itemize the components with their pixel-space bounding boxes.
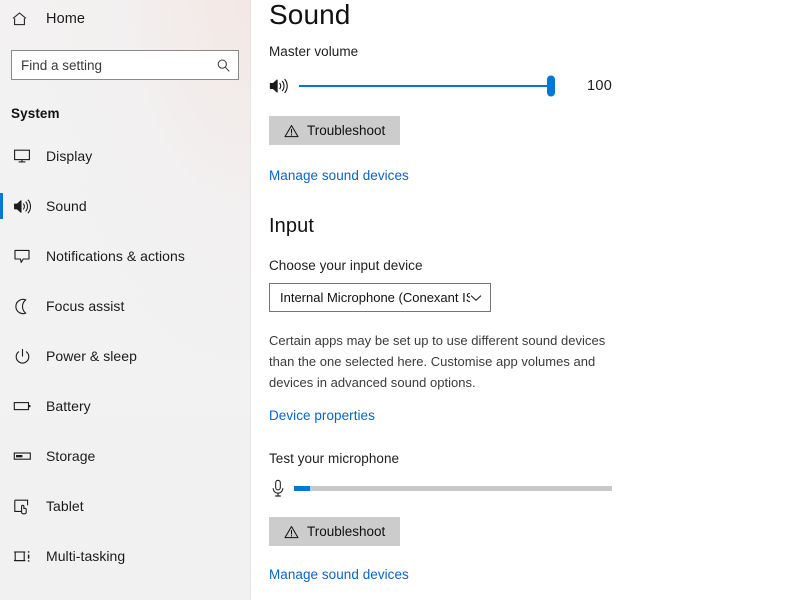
search-input[interactable] [21, 51, 216, 79]
main-content: Sound Master volume 100 Troubleshoot Man… [251, 0, 800, 600]
sidebar-item-display[interactable]: Display [0, 131, 251, 181]
speaker-icon[interactable] [269, 76, 290, 96]
sidebar-item-sound[interactable]: Sound [0, 181, 251, 231]
settings-window: Home System Display [0, 0, 800, 600]
device-properties-link[interactable]: Device properties [269, 408, 375, 423]
sidebar-item-label: Sound [46, 198, 87, 214]
sidebar-category-label: System [11, 106, 60, 121]
master-volume-slider[interactable] [299, 75, 555, 97]
input-troubleshoot-label: Troubleshoot [307, 524, 386, 539]
input-manage-devices-wrap: Manage sound devices [269, 566, 800, 584]
device-properties-wrap: Device properties [269, 407, 800, 425]
input-troubleshoot-wrap: Troubleshoot [269, 517, 800, 546]
chevron-down-icon [470, 292, 482, 304]
output-troubleshoot-button[interactable]: Troubleshoot [269, 116, 401, 145]
sidebar-item-label: Power & sleep [46, 348, 137, 364]
choose-input-device-label: Choose your input device [269, 258, 423, 273]
input-device-dropdown[interactable]: Internal Microphone (Conexant ISST... [269, 283, 491, 312]
multitasking-icon [11, 545, 33, 567]
master-volume-row: 100 [269, 73, 800, 99]
notification-icon [11, 245, 33, 267]
test-microphone-label: Test your microphone [269, 451, 400, 466]
tablet-icon [11, 495, 33, 517]
sidebar-item-label: Focus assist [46, 298, 125, 314]
sidebar-item-notifications-actions[interactable]: Notifications & actions [0, 231, 251, 281]
speaker-icon [11, 195, 33, 217]
warning-triangle-icon [284, 525, 299, 539]
master-volume-label: Master volume [269, 44, 359, 59]
output-manage-devices-wrap: Manage sound devices [269, 167, 800, 185]
sidebar-item-label: Tablet [46, 498, 84, 514]
input-section-heading: Input [269, 215, 314, 237]
home-icon [11, 11, 33, 27]
slider-thumb[interactable] [547, 75, 555, 97]
sidebar-nav-list: Display Sound Notifications & actions Fo… [0, 131, 251, 581]
sidebar-item-label: Notifications & actions [46, 248, 185, 264]
sidebar-item-home[interactable]: Home [0, 2, 251, 36]
output-troubleshoot-label: Troubleshoot [307, 123, 386, 138]
input-troubleshoot-button[interactable]: Troubleshoot [269, 517, 401, 546]
storage-icon [11, 445, 33, 467]
microphone-level-meter [294, 485, 612, 491]
warning-triangle-icon [284, 124, 299, 138]
sidebar-item-power-sleep[interactable]: Power & sleep [0, 331, 251, 381]
moon-icon [11, 295, 33, 317]
selection-indicator [0, 193, 3, 219]
input-manage-sound-devices-link[interactable]: Manage sound devices [269, 567, 409, 582]
battery-icon [11, 395, 33, 417]
master-volume-value: 100 [587, 78, 613, 94]
sidebar-item-label: Storage [46, 448, 96, 464]
sidebar-home-label: Home [46, 11, 86, 27]
input-device-value: Internal Microphone (Conexant ISST... [280, 290, 470, 305]
search-box[interactable] [11, 50, 239, 80]
power-icon [11, 345, 33, 367]
microphone-level-fill [294, 485, 310, 491]
page-title: Sound [269, 0, 351, 30]
sidebar-item-label: Battery [46, 398, 91, 414]
slider-fill [299, 85, 551, 87]
sidebar-item-tablet[interactable]: Tablet [0, 481, 251, 531]
sidebar-item-battery[interactable]: Battery [0, 381, 251, 431]
sidebar-item-label: Multi-tasking [46, 548, 126, 564]
sidebar-item-multi-tasking[interactable]: Multi-tasking [0, 531, 251, 581]
microphone-icon [269, 478, 287, 498]
sidebar: Home System Display [0, 0, 251, 600]
sidebar-item-label: Display [46, 148, 93, 164]
monitor-icon [11, 145, 33, 167]
output-manage-sound-devices-link[interactable]: Manage sound devices [269, 168, 409, 183]
microphone-level-row [269, 476, 800, 500]
sidebar-item-focus-assist[interactable]: Focus assist [0, 281, 251, 331]
input-description: Certain apps may be set up to use differ… [269, 333, 606, 390]
output-troubleshoot-wrap: Troubleshoot [269, 116, 800, 145]
sidebar-item-storage[interactable]: Storage [0, 431, 251, 481]
search-icon [216, 58, 231, 73]
